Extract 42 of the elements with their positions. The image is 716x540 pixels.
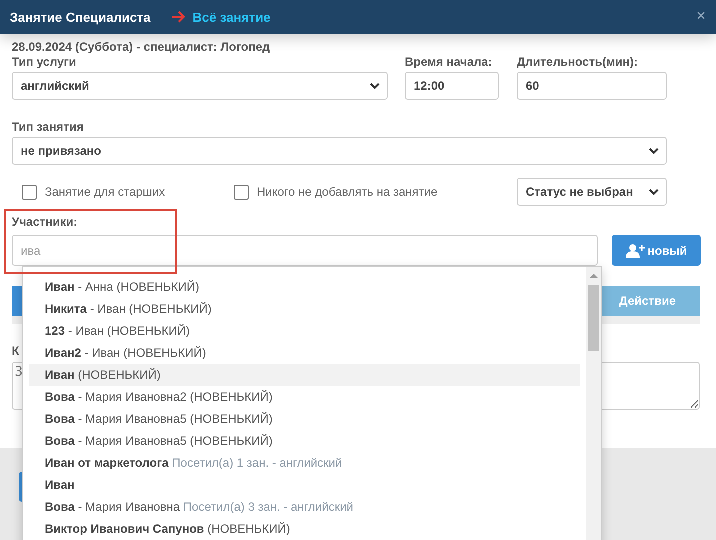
suggestion-item[interactable]: Вова - Мария Ивановна5 (НОВЕНЬКИЙ) (29, 430, 580, 452)
suggestion-item[interactable]: 123 - Иван (НОВЕНЬКИЙ) (29, 320, 580, 342)
close-button[interactable]: × (696, 8, 706, 26)
scroll-thumb[interactable] (588, 285, 599, 351)
suggestion-item[interactable]: Виктор Иванович Сапунов (НОВЕНЬКИЙ) (29, 518, 580, 540)
suggestion-item[interactable]: Вова - Мария Ивановна2 (НОВЕНЬКИЙ) (29, 386, 580, 408)
field-label: Участники: (12, 215, 79, 229)
suggestion-item[interactable]: Иван (29, 474, 580, 496)
checkbox[interactable] (234, 184, 249, 200)
checkbox-label: Занятие для старших (45, 185, 166, 199)
participant-search-field[interactable]: ива (12, 235, 598, 266)
field-label: Время начала: (405, 55, 494, 69)
checkbox-label: Никого не добавлять на занятие (257, 185, 438, 199)
field-label: Длительность(мин): (517, 55, 639, 69)
chevron-down-icon (648, 147, 660, 155)
new-button[interactable]: новый (612, 235, 701, 266)
time-field[interactable]: 12:00 (405, 72, 499, 100)
chevron-down-icon (369, 82, 381, 90)
duration-field[interactable]: 60 (517, 72, 667, 100)
scrollbar[interactable] (586, 267, 601, 540)
lesson-type-select[interactable]: не привязано (12, 137, 667, 165)
suggestion-item[interactable]: Вова - Мария Ивановна Посетил(а) 3 зан. - английский (29, 496, 580, 518)
all-lesson-link[interactable]: Всё занятие (192, 10, 271, 24)
date-info: 28.09.2024 (Суббота) - специалист: Логопед (12, 40, 272, 55)
suggestion-item[interactable]: Никита - Иван (НОВЕНЬКИЙ) (29, 298, 580, 320)
arrow-icon (170, 11, 187, 23)
chevron-down-icon (648, 188, 660, 196)
suggestion-item[interactable]: Иван2 - Иван (НОВЕНЬКИЙ) (29, 342, 580, 364)
scroll-up-icon[interactable] (590, 273, 598, 279)
service-select[interactable]: английский (12, 72, 388, 100)
field-label: К (12, 344, 20, 358)
status-select[interactable]: Статус не выбран (517, 178, 667, 206)
checkbox[interactable] (22, 184, 37, 200)
suggestion-item[interactable]: Иван - Анна (НОВЕНЬКИЙ) (29, 276, 580, 298)
window-title: Занятие Специалиста (10, 10, 151, 24)
suggestion-item[interactable]: Вова - Мария Ивановна5 (НОВЕНЬКИЙ) (29, 408, 580, 430)
suggestion-item[interactable]: Иван (НОВЕНЬКИЙ) (29, 364, 580, 386)
column-header: Действие (619, 294, 676, 308)
field-label: Тип занятия (12, 120, 85, 134)
suggestion-item[interactable]: Иван от маркетолога Посетил(а) 1 зан. - английский (29, 452, 580, 474)
field-label: Тип услуги (12, 55, 78, 69)
add-user-icon (626, 244, 646, 258)
